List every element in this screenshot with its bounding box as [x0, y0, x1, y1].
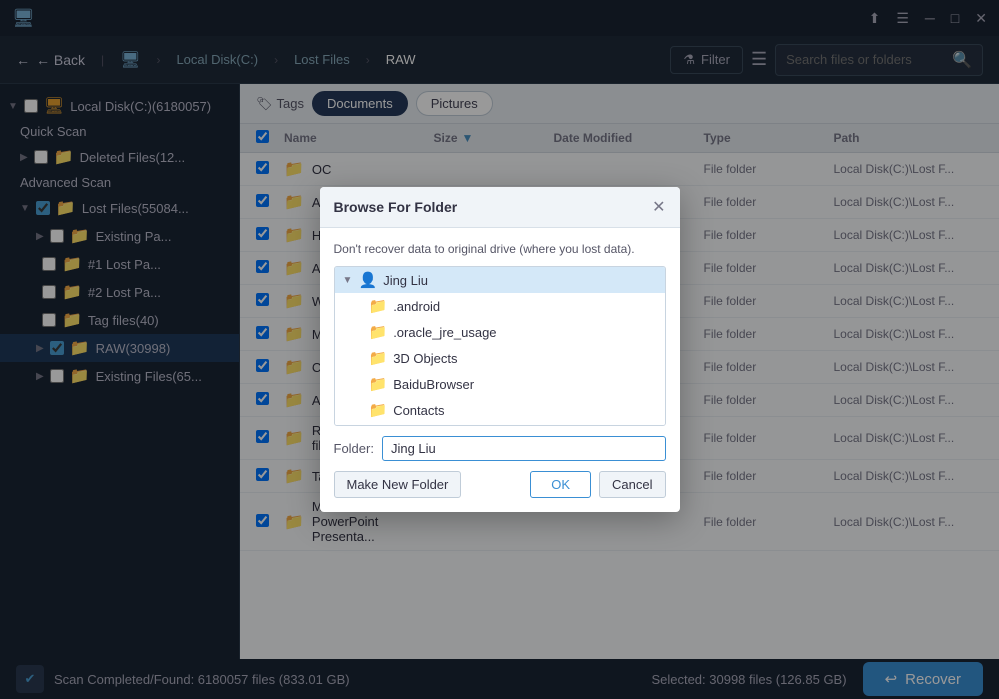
folder-input[interactable] [382, 436, 666, 461]
tree-expander-root: ▼ [343, 275, 353, 286]
tree-item-contacts[interactable]: 📁 Contacts [335, 397, 665, 423]
browse-folder-dialog: Browse For Folder ✕ Don't recover data t… [320, 187, 680, 512]
tree-item-android[interactable]: 📁 .android [335, 293, 665, 319]
dialog-body: Don't recover data to original drive (wh… [320, 228, 680, 512]
dialog-folder-tree[interactable]: ▼ 👤 Jing Liu 📁 .android 📁 .oracle_jre_us… [334, 266, 666, 426]
tree-folder-android-icon: 📁 [369, 297, 388, 315]
dialog-warning-text: Don't recover data to original drive (wh… [334, 242, 666, 256]
tree-3d-label: 3D Objects [393, 351, 457, 366]
dialog-title: Browse For Folder [334, 199, 458, 215]
tree-folder-oracle-icon: 📁 [369, 323, 388, 341]
tree-contacts-label: Contacts [393, 403, 444, 418]
tree-folder-3d-icon: 📁 [369, 349, 388, 367]
tree-folder-baidu-icon: 📁 [369, 375, 388, 393]
tree-user-icon: 👤 [359, 271, 378, 289]
dialog-ok-button[interactable]: OK [530, 471, 591, 498]
folder-label: Folder: [334, 441, 374, 456]
dialog-folder-row: Folder: [334, 436, 666, 461]
tree-folder-contacts-icon: 📁 [369, 401, 388, 419]
dialog-ok-cancel: OK Cancel [530, 471, 665, 498]
tree-oracle-label: .oracle_jre_usage [393, 325, 496, 340]
dialog-buttons: Make New Folder OK Cancel [334, 471, 666, 498]
tree-root-label: Jing Liu [383, 273, 428, 288]
tree-baidu-label: BaiduBrowser [393, 377, 474, 392]
dialog-cancel-button[interactable]: Cancel [599, 471, 665, 498]
dialog-title-bar: Browse For Folder ✕ [320, 187, 680, 228]
tree-item-desktop[interactable]: ▶ 📁 Desktop [335, 423, 665, 426]
tree-item-root[interactable]: ▼ 👤 Jing Liu [335, 267, 665, 293]
tree-android-label: .android [393, 299, 440, 314]
tree-item-baidu[interactable]: 📁 BaiduBrowser [335, 371, 665, 397]
tree-item-3d[interactable]: 📁 3D Objects [335, 345, 665, 371]
dialog-overlay: Browse For Folder ✕ Don't recover data t… [0, 0, 999, 699]
tree-item-oracle[interactable]: 📁 .oracle_jre_usage [335, 319, 665, 345]
dialog-close-button[interactable]: ✕ [652, 197, 665, 217]
make-new-folder-button[interactable]: Make New Folder [334, 471, 462, 498]
